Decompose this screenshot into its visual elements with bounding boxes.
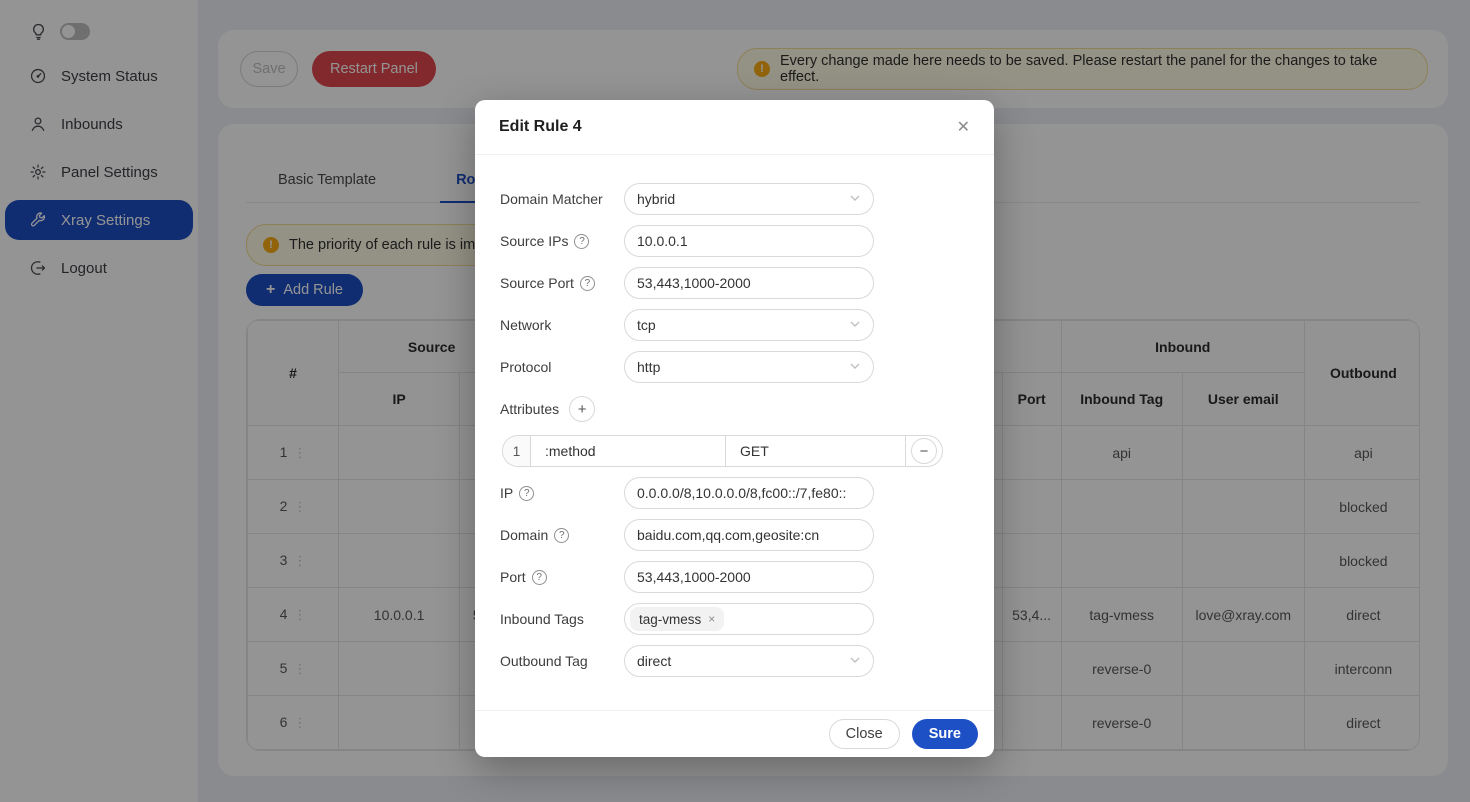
modal-header: Edit Rule 4 ✕	[475, 100, 994, 155]
field-label: Domain Matcher	[500, 191, 624, 207]
field-network: Network tcp	[500, 309, 969, 341]
edit-rule-modal: Edit Rule 4 ✕ Domain Matcher hybrid Sour…	[475, 100, 994, 757]
help-icon[interactable]: ?	[532, 570, 547, 585]
field-protocol: Protocol http	[500, 351, 969, 383]
inbound-tags-input[interactable]: tag-vmess ×	[624, 603, 874, 635]
attribute-value-input[interactable]: GET	[726, 436, 906, 466]
field-domain-matcher: Domain Matcher hybrid	[500, 183, 969, 215]
source-ips-input[interactable]: 10.0.0.1	[624, 225, 874, 257]
field-port: Port? 53,443,1000-2000	[500, 561, 969, 593]
field-label: Attributes	[500, 401, 559, 417]
help-icon[interactable]: ?	[519, 486, 534, 501]
add-attribute-button[interactable]: +	[569, 396, 595, 422]
field-label: Network	[500, 317, 624, 333]
attribute-key-input[interactable]: :method	[531, 436, 726, 466]
ip-input[interactable]: 0.0.0.0/8,10.0.0.0/8,fc00::/7,fe80::	[624, 477, 874, 509]
field-inbound-tags: Inbound Tags tag-vmess ×	[500, 603, 969, 635]
domain-input[interactable]: baidu.com,qq.com,geosite:cn	[624, 519, 874, 551]
source-port-input[interactable]: 53,443,1000-2000	[624, 267, 874, 299]
outbound-tag-select[interactable]: direct	[624, 645, 874, 677]
field-domain: Domain? baidu.com,qq.com,geosite:cn	[500, 519, 969, 551]
modal-body: Domain Matcher hybrid Source IPs? 10.0.0…	[475, 155, 994, 677]
tag-chip: tag-vmess ×	[630, 607, 724, 631]
chevron-down-icon	[849, 359, 861, 375]
chevron-down-icon	[849, 653, 861, 669]
modal-title: Edit Rule 4	[499, 118, 582, 136]
help-icon[interactable]: ?	[554, 528, 569, 543]
field-label: Port	[500, 569, 526, 585]
field-label: Source Port	[500, 275, 574, 291]
help-icon[interactable]: ?	[580, 276, 595, 291]
field-attributes: Attributes +	[500, 393, 969, 425]
field-ip: IP? 0.0.0.0/8,10.0.0.0/8,fc00::/7,fe80::	[500, 477, 969, 509]
remove-attribute-button[interactable]: −	[911, 438, 937, 464]
attribute-row: 1 :method GET −	[500, 435, 969, 467]
close-icon[interactable]: ✕	[957, 117, 970, 137]
network-select[interactable]: tcp	[624, 309, 874, 341]
field-label: Domain	[500, 527, 548, 543]
field-source-ips: Source IPs? 10.0.0.1	[500, 225, 969, 257]
domain-matcher-select[interactable]: hybrid	[624, 183, 874, 215]
field-label: IP	[500, 485, 513, 501]
field-label: Outbound Tag	[500, 653, 624, 669]
chevron-down-icon	[849, 317, 861, 333]
field-outbound-tag: Outbound Tag direct	[500, 645, 969, 677]
modal-footer: Close Sure	[475, 710, 994, 757]
sure-button[interactable]: Sure	[912, 719, 978, 749]
chevron-down-icon	[849, 191, 861, 207]
field-source-port: Source Port? 53,443,1000-2000	[500, 267, 969, 299]
close-button[interactable]: Close	[829, 719, 900, 749]
field-label: Source IPs	[500, 233, 568, 249]
attribute-index: 1	[503, 436, 531, 466]
protocol-select[interactable]: http	[624, 351, 874, 383]
tag-remove-icon[interactable]: ×	[708, 612, 715, 626]
field-label: Protocol	[500, 359, 624, 375]
help-icon[interactable]: ?	[574, 234, 589, 249]
field-label: Inbound Tags	[500, 611, 624, 627]
port-input[interactable]: 53,443,1000-2000	[624, 561, 874, 593]
